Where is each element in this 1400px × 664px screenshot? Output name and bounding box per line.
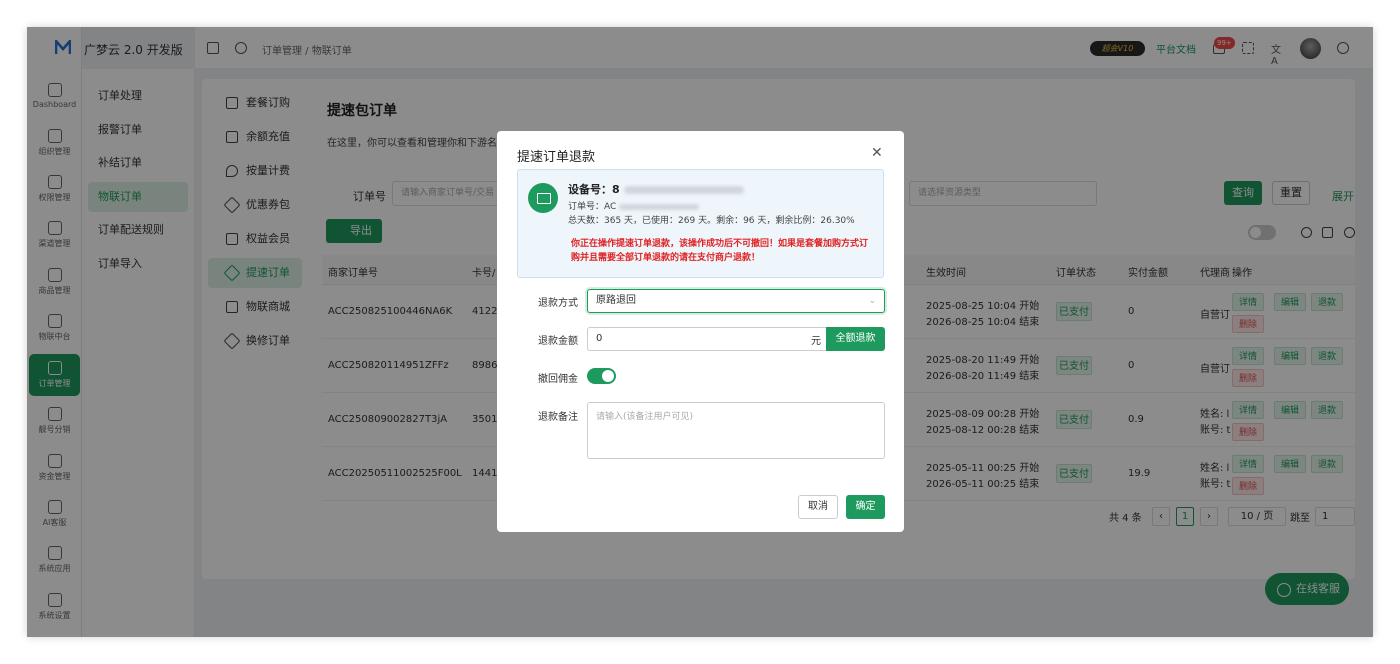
app-window: Dashboard 组织管理 权限管理 渠道管理 商品管理 物联中台 订单管理 … [27,27,1373,637]
chevron-down-icon: ⌄ [868,296,876,306]
refund-dialog: 提速订单退款 ✕ 设备号：8 订单号：AC 总天数：365 天，已使用：269 … [497,131,904,532]
close-icon[interactable]: ✕ [871,145,883,161]
days-summary: 总天数：365 天，已使用：269 天。剩余：96 天，剩余比例：26.30% [568,216,855,226]
cancel-button[interactable]: 取消 [798,495,838,519]
order-number: 订单号：AC [568,199,700,212]
refund-method-select[interactable]: 原路退回 ⌄ [587,289,885,313]
device-number: 设备号：8 [568,181,744,197]
refund-method-label: 退款方式 [538,298,578,309]
masked-device-id [623,186,744,194]
refund-amount-input[interactable]: 0 [587,327,827,351]
refund-warning: 你正在操作提速订单退款，该操作成功后不可撤回！如果是套餐加购方式订购并且需要全部… [571,239,869,263]
order-info-box: 设备号：8 订单号：AC 总天数：365 天，已使用：269 天。剩余：96 天… [517,169,884,278]
withdraw-commission-label: 撤回佣金 [538,374,578,385]
masked-order-id [619,203,700,210]
full-refund-button[interactable]: 全额退款 [826,327,885,351]
crown-badge-icon [528,183,558,213]
refund-amount-label: 退款金额 [538,336,578,347]
currency-unit: 元 [811,336,821,347]
withdraw-commission-toggle[interactable] [587,368,616,384]
refund-note-label: 退款备注 [538,412,578,423]
dialog-title: 提速订单退款 [517,150,596,165]
refund-note-textarea[interactable]: 请输入(该备注用户可见) [587,402,885,459]
confirm-button[interactable]: 确定 [846,495,885,519]
